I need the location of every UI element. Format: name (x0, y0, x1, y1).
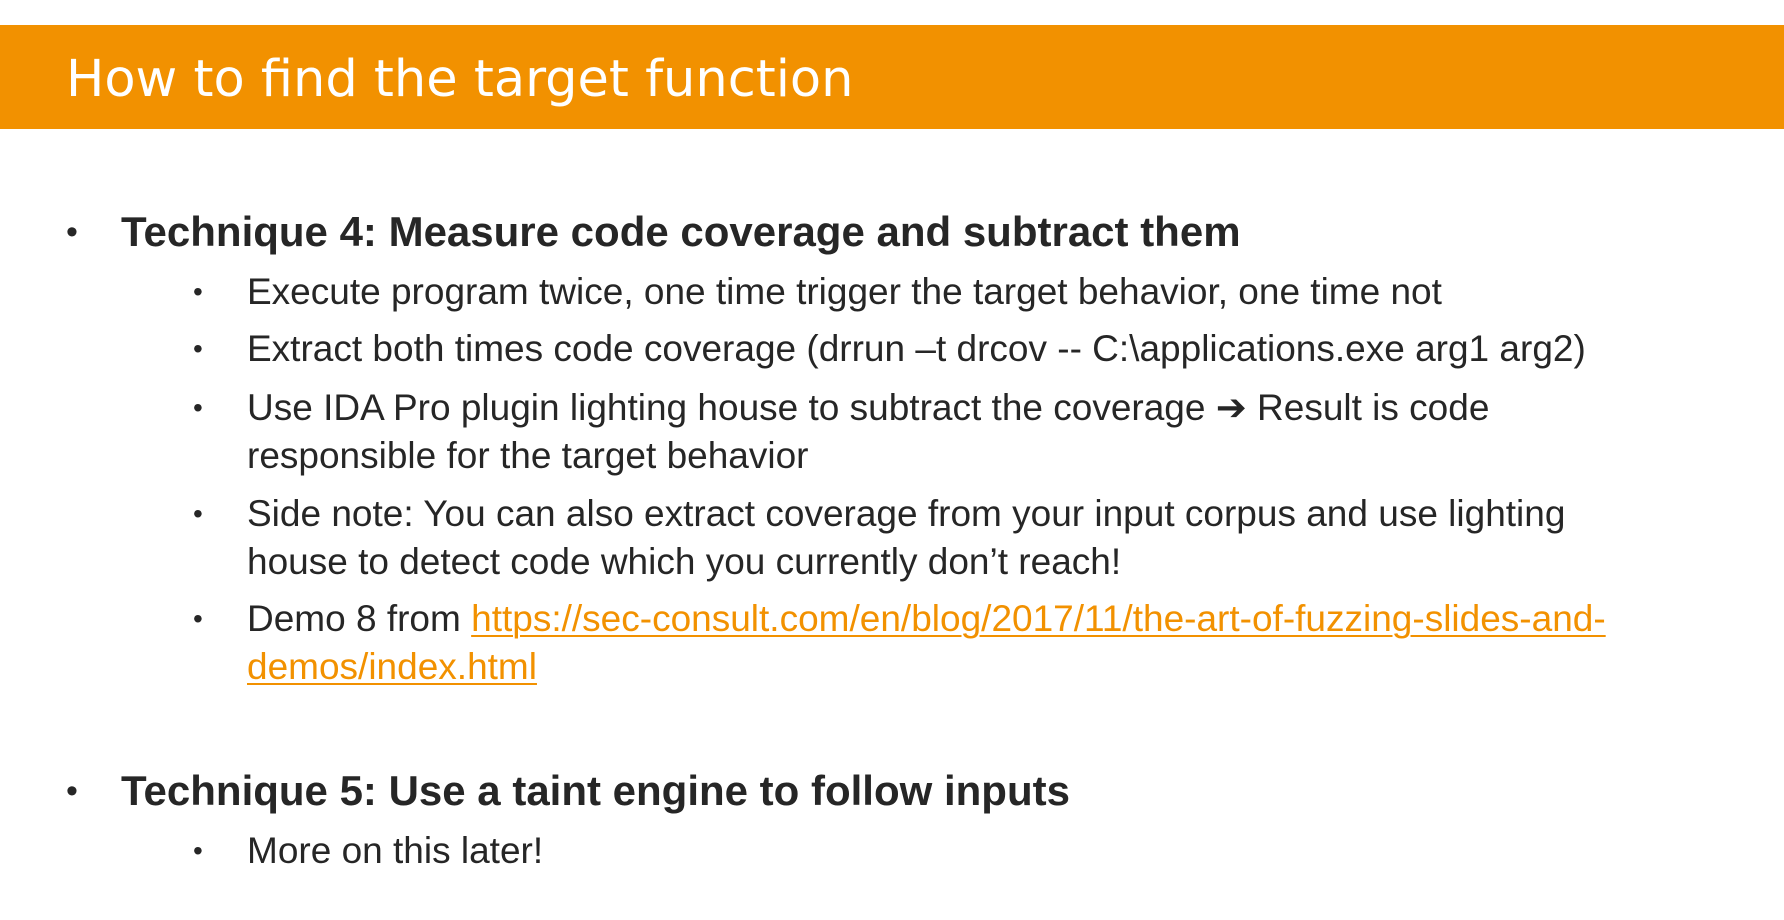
list-item-line-2: responsible for the target behavior (247, 435, 809, 476)
bullet-icon: • (193, 333, 203, 364)
demo-prefix: Demo 8 from (247, 598, 472, 639)
bullet-icon: • (193, 498, 203, 529)
bullet-icon: • (193, 392, 203, 423)
technique-4-heading: Technique 4: Measure code coverage and s… (121, 208, 1241, 255)
list-item: Execute program twice, one time trigger … (247, 271, 1442, 312)
slide: How to find the target function • Techni… (0, 0, 1784, 920)
list-item: Demo 8 from https://sec-consult.com/en/b… (247, 595, 1606, 643)
list-item-line-2: house to detect code which you currently… (247, 541, 1122, 582)
bullet-icon: • (193, 603, 203, 634)
list-item: Extract both times code coverage (drrun … (247, 328, 1586, 369)
list-item-line-2: demos/index.html (247, 643, 537, 691)
bullet-icon: • (66, 213, 78, 251)
bullet-icon: • (193, 835, 203, 866)
bullet-icon: • (66, 772, 78, 810)
list-item-line-1: Side note: You can also extract coverage… (247, 493, 1566, 534)
slide-title: How to find the target function (66, 50, 854, 109)
demo-link[interactable]: https://sec-consult.com/en/blog/2017/11/… (471, 598, 1606, 639)
demo-link-continued[interactable]: demos/index.html (247, 646, 537, 687)
list-item: More on this later! (247, 830, 544, 871)
list-item-line-1: Use IDA Pro plugin lighting house to sub… (247, 387, 1490, 428)
technique-5-heading: Technique 5: Use a taint engine to follo… (121, 767, 1070, 814)
bullet-icon: • (193, 276, 203, 307)
